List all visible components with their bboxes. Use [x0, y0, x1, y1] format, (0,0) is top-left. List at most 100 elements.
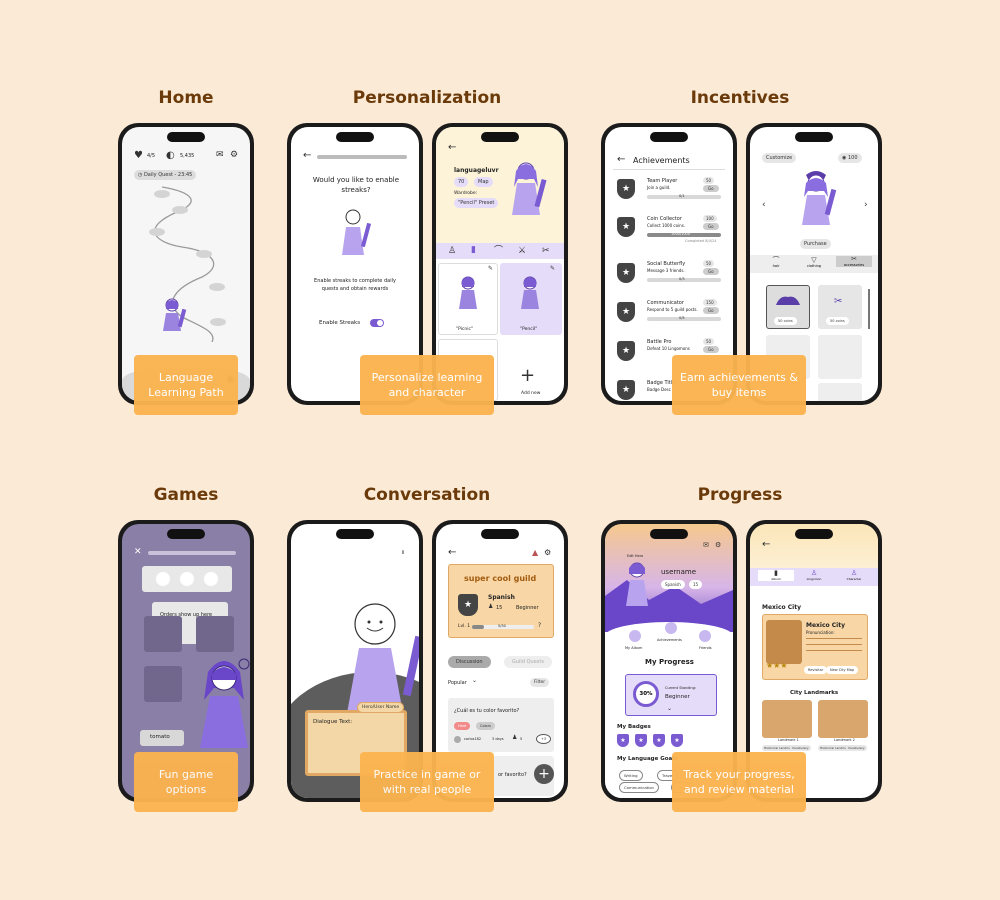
- revisit-button[interactable]: Revisitar: [804, 666, 828, 674]
- hair-icon: ⌒: [772, 256, 780, 264]
- add-icon[interactable]: +: [520, 367, 535, 385]
- tab-hair[interactable]: ⌒ hair: [758, 256, 794, 269]
- weapon-tab-icon[interactable]: ⚔: [518, 247, 526, 256]
- close-icon[interactable]: ✕: [134, 548, 142, 557]
- go-button[interactable]: Go: [703, 346, 719, 353]
- achievement-name: Social Butterfly: [647, 261, 686, 267]
- edit-icon[interactable]: ✎: [488, 266, 493, 272]
- customize-button[interactable]: Customize: [762, 153, 797, 163]
- bow-icon: ✂: [851, 255, 857, 263]
- achievements-icon[interactable]: [665, 622, 677, 634]
- shop-item[interactable]: [818, 335, 862, 379]
- friends-icon[interactable]: [699, 630, 711, 642]
- tab-clothing[interactable]: ▽ clothing: [796, 257, 832, 269]
- post-replies: 5: [520, 737, 523, 741]
- wardrobe-tab-icon[interactable]: ▮: [471, 246, 476, 255]
- back-arrow-icon[interactable]: ←: [617, 155, 625, 165]
- daily-quest-badge[interactable]: ◷ Daily Quest - 23:45: [134, 170, 197, 180]
- character-avatar: [163, 298, 187, 331]
- tab-album[interactable]: ▮ Album: [758, 570, 794, 581]
- badge-icon[interactable]: ★: [617, 734, 629, 747]
- go-button[interactable]: Go: [703, 268, 719, 275]
- scrollbar[interactable]: [868, 289, 870, 329]
- back-arrow-icon[interactable]: ←: [762, 540, 770, 550]
- mail-icon[interactable]: ✉: [216, 151, 224, 160]
- go-button[interactable]: Go: [703, 223, 719, 230]
- help-icon[interactable]: ?: [538, 623, 541, 629]
- back-arrow-icon[interactable]: ←: [448, 548, 456, 558]
- new-city-button[interactable]: New City Map: [826, 666, 859, 674]
- gear-icon[interactable]: ⚙: [544, 549, 551, 557]
- tab-lingomon[interactable]: ♙ Lingomon: [796, 570, 832, 582]
- outfit-preview: [521, 276, 539, 309]
- members-icon: ♟: [488, 603, 494, 610]
- reward-chip: 50: [703, 338, 715, 345]
- edit-icon[interactable]: ✎: [550, 266, 555, 272]
- back-arrow-icon[interactable]: ←: [303, 151, 311, 161]
- badge-shield-icon: ★: [617, 217, 635, 237]
- badge-shield-icon: ★: [617, 341, 635, 361]
- friends-label: Friends: [699, 646, 712, 650]
- section-title-conversation: Conversation: [363, 485, 491, 505]
- path-node: [209, 283, 225, 291]
- achievement-name: Battle Pro: [647, 339, 672, 345]
- tab-guild-quests[interactable]: Guild Quests: [504, 656, 552, 668]
- card-subtitle: Pronunciation:: [806, 630, 835, 635]
- landmarks-title: City Landmarks: [790, 690, 839, 696]
- mail-icon[interactable]: ✉: [703, 542, 709, 549]
- tab-accessories[interactable]: ✂ accessories: [836, 256, 872, 267]
- guild-lvl: Lvl. 1: [458, 624, 471, 629]
- filter-button[interactable]: Filter: [530, 678, 550, 687]
- purchase-button[interactable]: Purchase: [800, 239, 831, 249]
- badge-icon[interactable]: ★: [653, 734, 665, 747]
- go-button[interactable]: Go: [703, 307, 719, 314]
- replies-icon: ♟: [512, 734, 518, 741]
- post-title: ¿Cuál es tu color favorito?: [454, 708, 520, 714]
- tab-character[interactable]: ♙ Character: [836, 570, 872, 582]
- post-author: carlos182: [464, 737, 482, 741]
- path-node: [172, 206, 188, 214]
- back-arrow-icon[interactable]: ←: [448, 143, 456, 153]
- landmark-card[interactable]: [818, 700, 868, 738]
- guild-level: Beginner: [516, 605, 539, 611]
- accessory-tab-icon[interactable]: ✂: [542, 247, 550, 256]
- price-chip: 50 coins: [774, 317, 797, 325]
- achievement-name: Communicator: [647, 300, 684, 306]
- gear-icon[interactable]: ⚙: [230, 151, 238, 160]
- wardrobe-chip[interactable]: "Pencil" Preset: [454, 198, 499, 208]
- daily-quest-label: Daily Quest - 23:45: [143, 172, 193, 178]
- ingredient-slot: [144, 666, 182, 702]
- go-button[interactable]: Go: [703, 185, 719, 192]
- bell-icon[interactable]: ▲: [532, 549, 538, 557]
- new-post-button[interactable]: +: [534, 764, 554, 784]
- tab-discussion[interactable]: Discussion: [448, 656, 491, 668]
- coin-balance: ◉ 100: [838, 153, 862, 163]
- caption-progress: Track your progress, and review material: [672, 752, 806, 812]
- xp-bar-fill: [472, 625, 484, 629]
- chevron-right-icon[interactable]: ›: [864, 201, 868, 210]
- sort-dropdown[interactable]: Popular: [448, 680, 467, 686]
- character-tab-icon[interactable]: ♙: [448, 247, 456, 256]
- album-icon: ▮: [774, 569, 778, 577]
- streaks-toggle[interactable]: [370, 319, 384, 327]
- caption-personalization: Personalize learning and character: [360, 355, 494, 415]
- achievement-progress: 1000/1000: [671, 232, 690, 236]
- gear-icon[interactable]: ⚙: [715, 542, 721, 549]
- pause-icon[interactable]: ॥: [401, 550, 405, 556]
- landmark-card[interactable]: [762, 700, 812, 738]
- post-age: 3 days: [492, 737, 504, 741]
- hair-tab-icon[interactable]: ⌒: [494, 247, 503, 256]
- album-icon[interactable]: [629, 630, 641, 642]
- achievement-desc: Join a guild.: [647, 185, 671, 190]
- tag-chip: Hard: [454, 722, 471, 730]
- caption-conversation: Practice in game or with real people: [360, 752, 494, 812]
- badge-icon[interactable]: ★: [671, 734, 683, 747]
- chevron-down-icon[interactable]: ⌄: [472, 678, 477, 684]
- chevron-left-icon[interactable]: ‹: [762, 201, 766, 210]
- chevron-down-icon[interactable]: ⌄: [667, 706, 672, 712]
- star-icon: ★★★: [766, 661, 788, 670]
- badge-icon[interactable]: ★: [635, 734, 647, 747]
- card-title: Mexico City: [806, 622, 845, 629]
- edit-hero-link[interactable]: Edit Hero: [627, 554, 643, 558]
- shop-item[interactable]: [818, 383, 862, 401]
